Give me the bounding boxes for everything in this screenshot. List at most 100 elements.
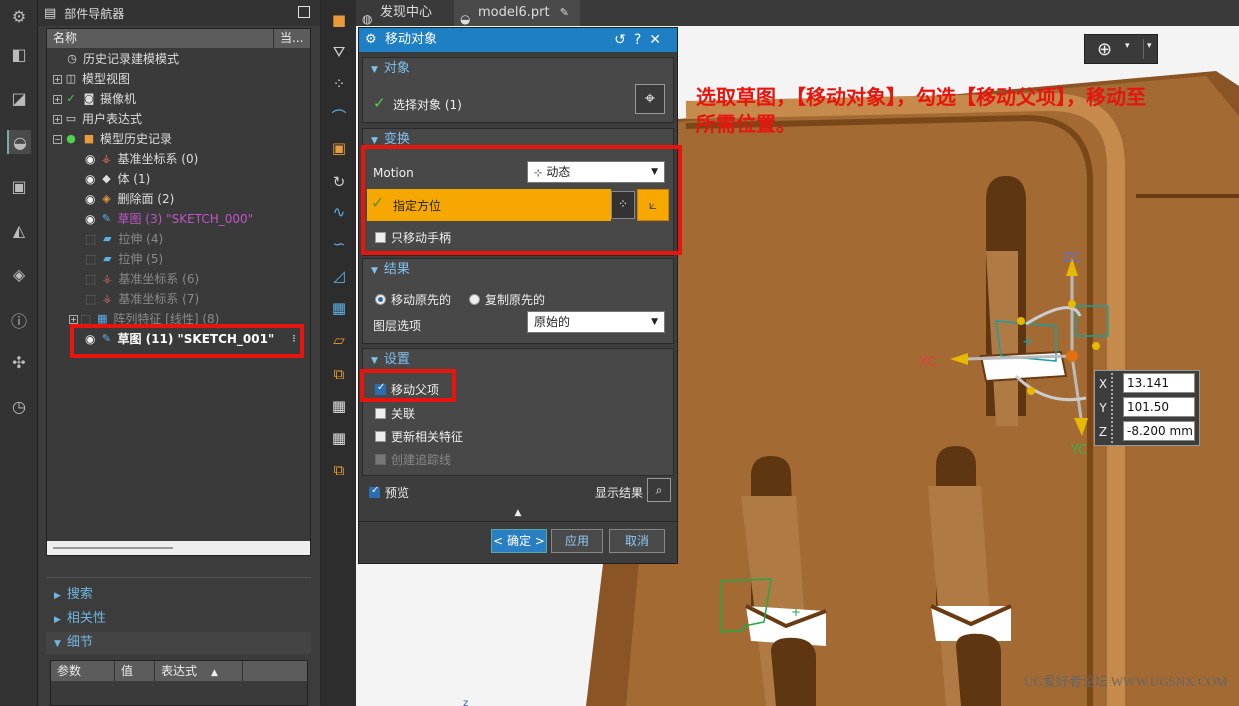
- reset-icon[interactable]: ↺: [614, 32, 634, 48]
- collapse-up-icon[interactable]: ▲: [359, 506, 677, 520]
- curve-icon[interactable]: ⌒: [327, 104, 351, 128]
- eye-icon[interactable]: ◉: [85, 169, 95, 189]
- chevron-down-icon[interactable]: ▾: [1147, 41, 1152, 51]
- associative-option[interactable]: 关联: [375, 405, 415, 422]
- crosshair-icon[interactable]: ⌖: [635, 84, 665, 114]
- copy-original-option[interactable]: 复制原先的: [469, 291, 545, 308]
- checkbox[interactable]: [375, 408, 386, 419]
- tree-row[interactable]: ◷ 历史记录建模模式: [65, 49, 179, 69]
- expand-icon[interactable]: +: [69, 314, 78, 324]
- history-icon[interactable]: ◷: [7, 394, 31, 418]
- hidden-box-icon[interactable]: ⬚: [85, 229, 96, 249]
- web-browser-icon[interactable]: ◈: [7, 262, 31, 286]
- select-object-label[interactable]: 选择对象 (1): [393, 96, 462, 113]
- tree-header: 名称 当...: [47, 29, 310, 48]
- expand-icon[interactable]: +: [53, 94, 62, 104]
- stack-icon[interactable]: ⧉: [327, 362, 351, 386]
- scrollbar-thumb[interactable]: [53, 547, 173, 549]
- part-navigator-icon[interactable]: ◒: [7, 130, 31, 154]
- tree-row[interactable]: + ◫ 模型视图: [53, 69, 130, 89]
- layers-icon[interactable]: ⧉: [327, 458, 351, 482]
- hidden-box-icon[interactable]: ⬚: [85, 289, 96, 309]
- tab-model6[interactable]: ◒ model6.prt ✎ ✕: [454, 0, 580, 46]
- section-details[interactable]: ▼ 细节: [46, 632, 311, 654]
- checkbox-checked[interactable]: [369, 485, 380, 498]
- mesh-surface-icon[interactable]: ▦: [327, 296, 351, 320]
- tree-row[interactable]: ◉ ⚶ 基准坐标系 (0): [85, 149, 198, 169]
- tree-row[interactable]: ⬚ ▰ 拉伸 (5): [85, 249, 163, 269]
- help-icon[interactable]: ?: [634, 32, 649, 48]
- coord-x-input[interactable]: 13.141 mm: [1123, 373, 1195, 408]
- column-value[interactable]: 值: [115, 661, 155, 681]
- surface-icon[interactable]: ◿: [327, 264, 351, 288]
- ok-button[interactable]: < 确定 >: [491, 529, 547, 553]
- coord-z-input[interactable]: -8.200 mm: [1123, 421, 1195, 441]
- tree-row[interactable]: + ✓ ◙ 摄像机: [53, 89, 136, 109]
- column-current-header[interactable]: 当...: [274, 29, 303, 48]
- chevron-down-icon[interactable]: ▾: [1125, 41, 1130, 51]
- radio[interactable]: [469, 294, 480, 305]
- tree-row[interactable]: − ● ■ 模型历史记录: [53, 129, 172, 149]
- spline-icon[interactable]: ∽: [327, 232, 351, 256]
- group-object-header[interactable]: ▼ 对象: [363, 58, 673, 80]
- move-face-icon[interactable]: ⛛: [327, 40, 351, 64]
- tree-row[interactable]: ⬚ ⚶ 基准坐标系 (7): [85, 289, 199, 309]
- eye-icon[interactable]: ◉: [85, 189, 95, 209]
- snap-point-icon[interactable]: ⊕: [1097, 39, 1112, 60]
- checkbox[interactable]: [375, 431, 386, 442]
- info-icon[interactable]: ⓘ: [7, 308, 31, 332]
- close-icon[interactable]: ✕: [649, 32, 669, 48]
- move-original-option[interactable]: 移动原先的: [375, 291, 451, 308]
- expand-icon[interactable]: +: [53, 114, 62, 124]
- section-relevance[interactable]: ▶ 相关性: [46, 608, 311, 630]
- wave-curve-icon[interactable]: ∿: [327, 200, 351, 224]
- reuse-library-icon[interactable]: ▣: [7, 174, 31, 198]
- box-icon[interactable]: ▣: [327, 136, 351, 160]
- dialog-titlebar[interactable]: ⚙ 移动对象 ↺?✕: [359, 28, 677, 52]
- cancel-button[interactable]: 取消: [609, 529, 665, 553]
- column-expression[interactable]: 表达式 ▲: [155, 661, 243, 681]
- section-search[interactable]: ▶ 搜索: [46, 584, 311, 606]
- coord-y-input[interactable]: 101.50 mm: [1123, 397, 1195, 432]
- gear-icon[interactable]: ⚙: [365, 28, 377, 52]
- layer-option-select[interactable]: 原始的 ▼: [527, 311, 665, 333]
- sheet-icon[interactable]: ▱: [327, 328, 351, 352]
- hd3d-tools-icon[interactable]: ◭: [7, 218, 31, 242]
- group-settings-header[interactable]: ▼ 设置: [363, 349, 673, 371]
- preview-option[interactable]: 预览: [369, 484, 409, 501]
- tree-row[interactable]: ⬚ ▰ 拉伸 (4): [85, 229, 163, 249]
- tree-row[interactable]: + ▭ 用户表达式: [53, 109, 142, 129]
- collapse-icon[interactable]: −: [53, 134, 62, 144]
- expand-icon[interactable]: +: [53, 74, 62, 84]
- tree-row-label: 删除面 (2): [117, 192, 175, 206]
- eye-icon[interactable]: ◉: [85, 209, 95, 229]
- hidden-box-icon[interactable]: ⬚: [85, 269, 96, 289]
- constraint-navigator-icon[interactable]: ◪: [7, 86, 31, 110]
- apply-button[interactable]: 应用: [551, 529, 603, 553]
- hidden-box-icon[interactable]: ⬚: [85, 249, 96, 269]
- radio[interactable]: [375, 294, 386, 305]
- tree-row[interactable]: ◉ ✎ 草图 (3) "SKETCH_000": [85, 209, 253, 229]
- rotate-icon[interactable]: ↻: [327, 170, 351, 194]
- column-param[interactable]: 参数: [51, 661, 115, 681]
- update-features-option[interactable]: 更新相关特征: [375, 428, 463, 445]
- roles-icon[interactable]: ✣: [7, 350, 31, 374]
- gear-icon[interactable]: ⚙: [7, 4, 31, 28]
- assembly-navigator-icon[interactable]: ◧: [7, 42, 31, 66]
- tab-discovery-center[interactable]: ◍ 发现中心: [356, 0, 452, 26]
- column-name-header[interactable]: 名称: [47, 29, 274, 48]
- solid-block-icon[interactable]: ■: [327, 8, 351, 32]
- tree-row[interactable]: ◉ ◆ 体 (1): [85, 169, 150, 189]
- eye-icon[interactable]: ◉: [85, 149, 95, 169]
- spreadsheet-icon[interactable]: ▦: [327, 426, 351, 450]
- group-result-header[interactable]: ▼ 结果: [363, 259, 673, 281]
- snap-point-toolbar: ⊕ ▾ ▾: [1084, 34, 1158, 64]
- horizontal-scrollbar[interactable]: [47, 541, 310, 555]
- magnifier-icon[interactable]: ⌕: [647, 478, 671, 502]
- tree-row[interactable]: ◉ ◈ 删除面 (2): [85, 189, 174, 209]
- maximize-icon[interactable]: [298, 6, 310, 18]
- tree-row[interactable]: ⬚ ⚶ 基准坐标系 (6): [85, 269, 199, 289]
- datum-csys-icon: ⚶: [101, 152, 112, 165]
- pattern-holes-icon[interactable]: ⁘: [327, 72, 351, 96]
- table-icon[interactable]: ▦: [327, 394, 351, 418]
